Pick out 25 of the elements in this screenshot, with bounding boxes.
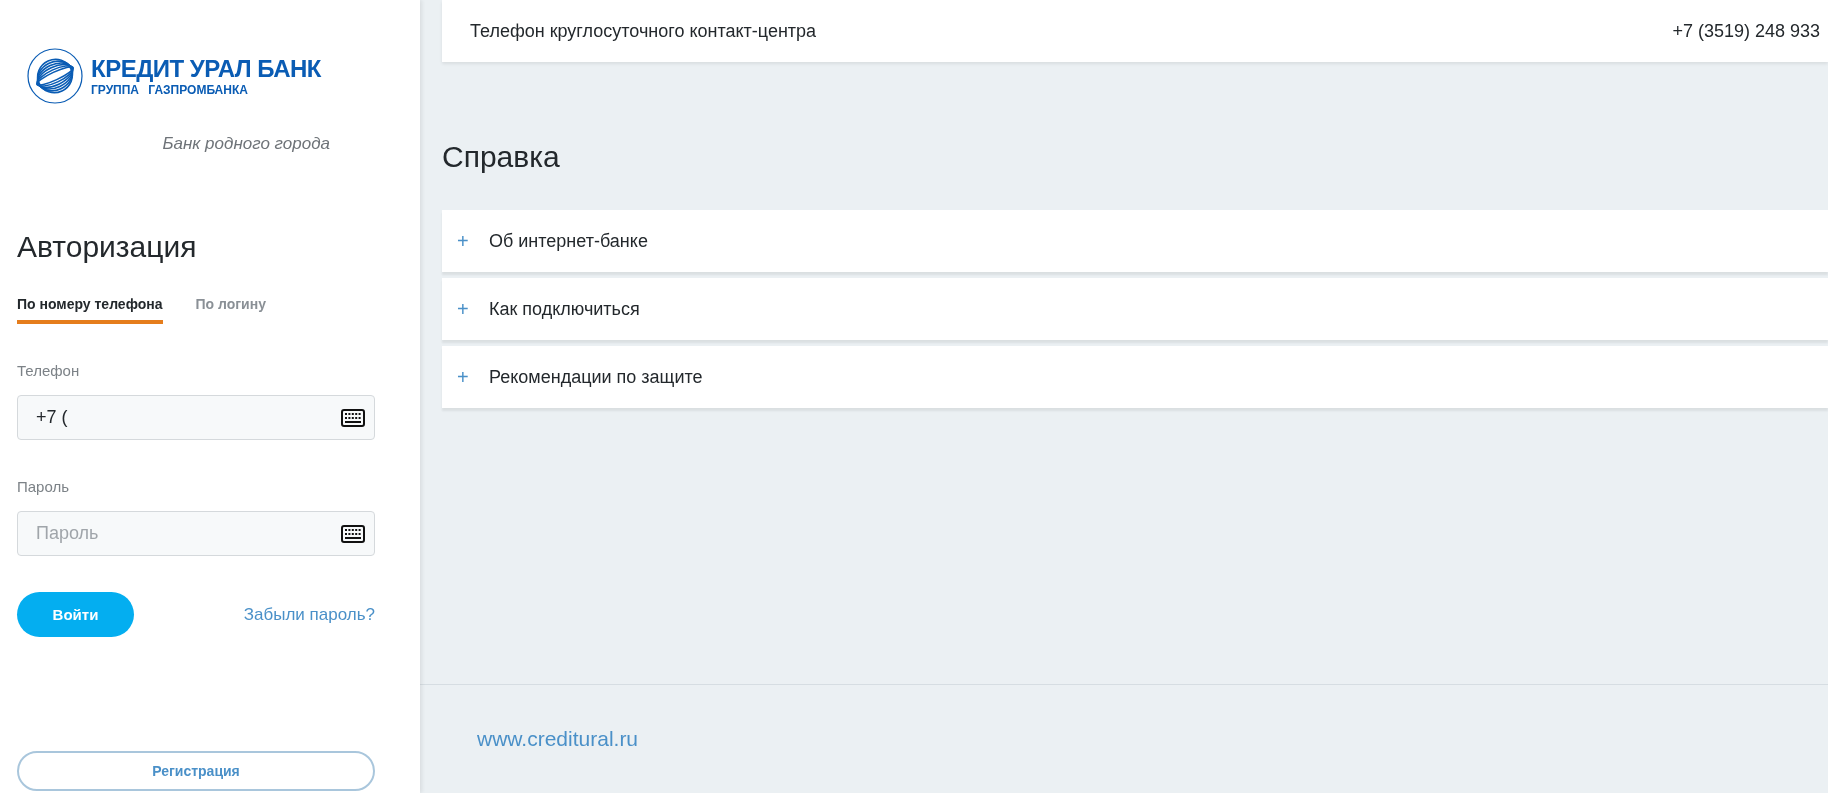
auth-title: Авторизация — [17, 230, 198, 264]
accordion-item[interactable]: + Как подключиться — [442, 278, 1828, 340]
accordion-item[interactable]: + Рекомендации по защите — [442, 346, 1828, 408]
forgot-password-link[interactable]: Забыли пароль? — [243, 604, 375, 625]
expand-icon: + — [457, 365, 471, 389]
input-field[interactable]: +7 ( — [17, 395, 375, 440]
bank-name: КРЕДИТ УРАЛ БАНК — [91, 55, 321, 83]
keyboard-icon[interactable] — [341, 525, 365, 543]
tagline: Банк родного города — [162, 134, 330, 154]
globe-logo-icon — [27, 48, 83, 104]
login-tab[interactable]: По номеру телефона — [17, 296, 163, 324]
accordion-label: Рекомендации по защите — [489, 366, 703, 388]
help-title: Справка — [442, 140, 561, 174]
field-label: Пароль — [17, 478, 71, 495]
bank-subtitle: ГРУППА ГАЗПРОМБАНКА — [91, 83, 249, 97]
accordion-label: Как подключиться — [489, 298, 640, 320]
keyboard-icon[interactable] — [341, 409, 365, 427]
input-field[interactable]: Пароль — [17, 511, 375, 556]
expand-icon: + — [457, 229, 471, 253]
accordion-label: Об интернет-банке — [489, 230, 648, 252]
accordion-item[interactable]: + Об интернет-банке — [442, 210, 1828, 272]
field-label: Телефон — [17, 362, 81, 379]
contact-label: Телефон круглосуточного контакт-центра — [470, 20, 817, 42]
expand-icon: + — [457, 297, 471, 321]
contact-phone: +7 (3519) 248 933 — [1672, 20, 1820, 42]
